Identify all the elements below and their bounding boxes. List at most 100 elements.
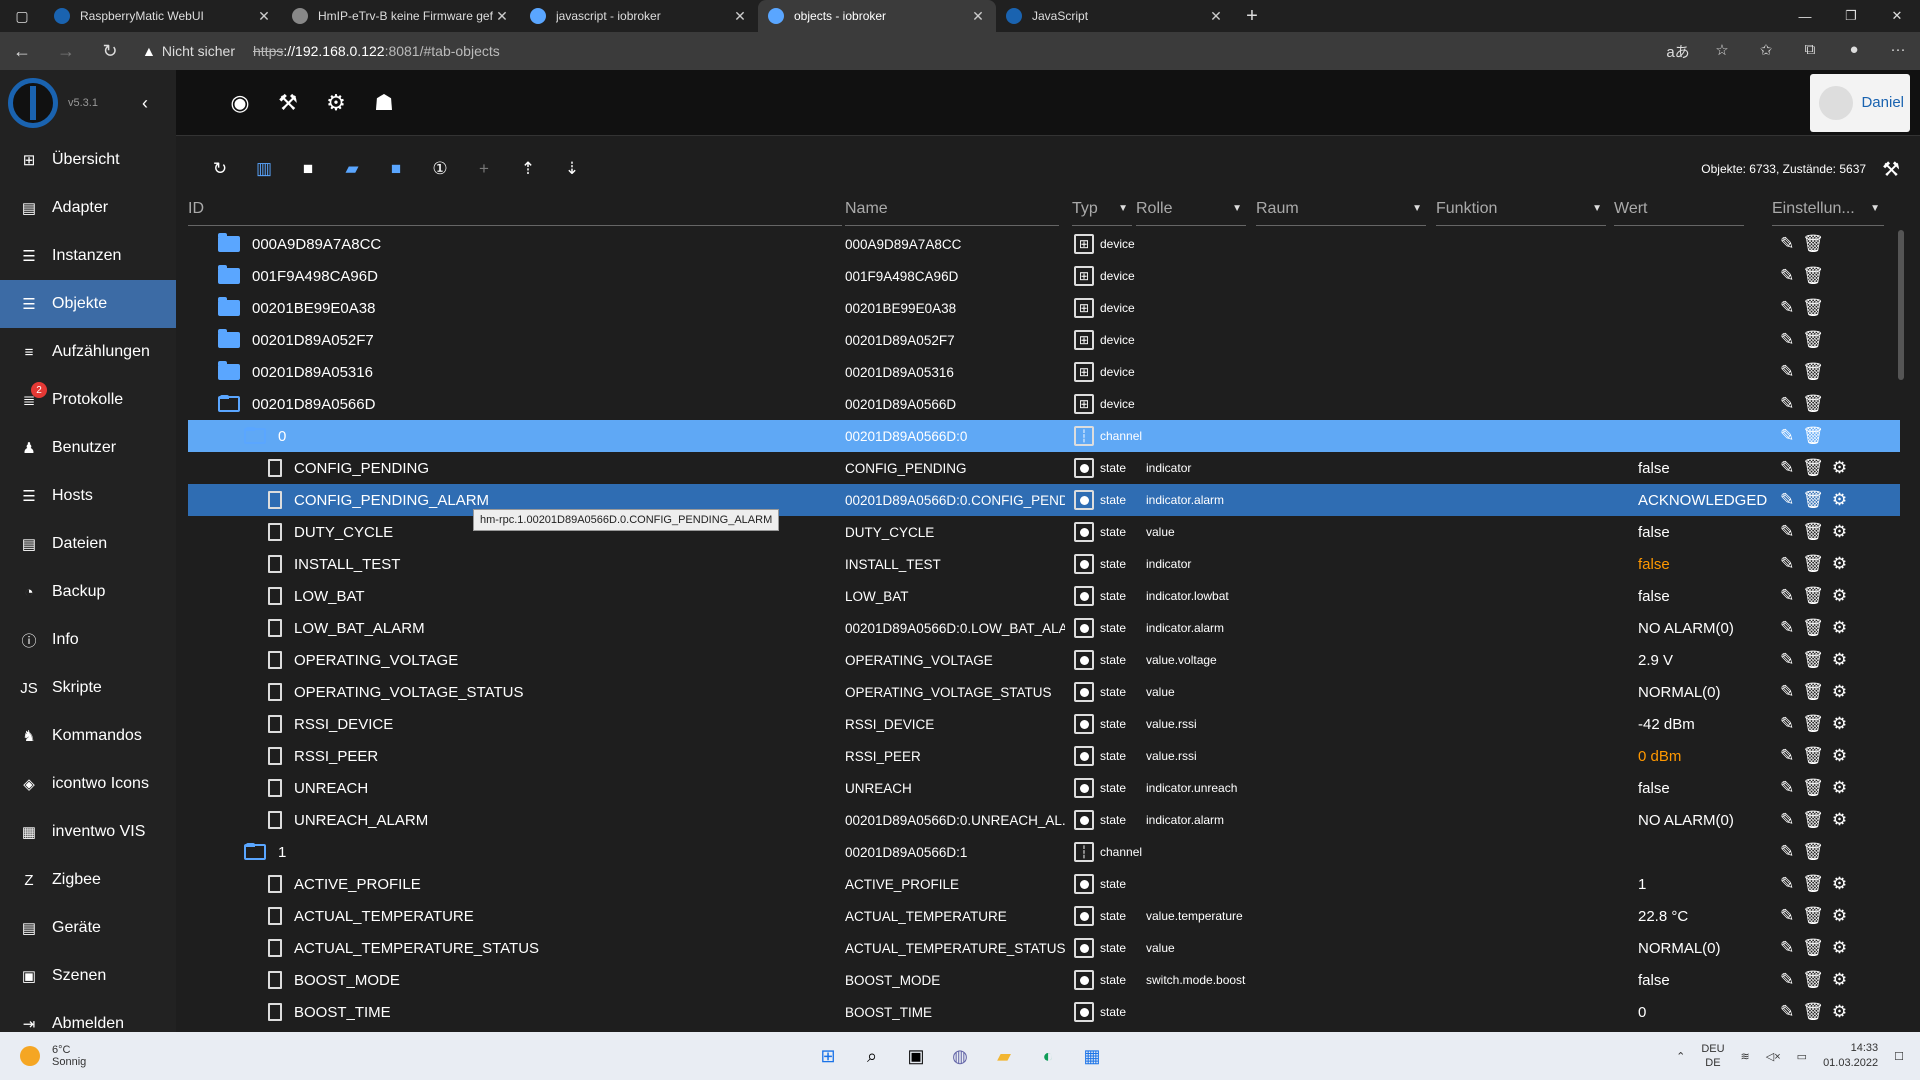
url-field[interactable]: ▲ Nicht sicher https://192.168.0.122:808…: [132, 36, 1656, 66]
edit-icon[interactable]: ✎: [1780, 810, 1794, 830]
edit-icon[interactable]: ✎: [1780, 970, 1794, 990]
table-row[interactable]: 1 00201D89A0566D:1 ┆ channel ✎ 🗑: [188, 836, 1900, 868]
delete-icon[interactable]: 🗑: [1802, 810, 1824, 830]
tab-close-icon[interactable]: ✕: [494, 8, 510, 25]
gear-icon[interactable]: ⚙: [1832, 778, 1847, 798]
edit-icon[interactable]: ✎: [1780, 426, 1794, 446]
col-function[interactable]: Funktion ▼: [1436, 192, 1606, 226]
table-row[interactable]: INSTALL_TEST INSTALL_TEST state indicato…: [188, 548, 1900, 580]
delete-icon[interactable]: 🗑: [1802, 682, 1824, 702]
row-value[interactable]: NO ALARM(0): [1638, 804, 1768, 836]
gear-icon[interactable]: ⚙: [1832, 586, 1847, 606]
favorites-icon[interactable]: ✩: [1744, 41, 1788, 62]
explorer-icon[interactable]: ▰: [988, 1040, 1020, 1072]
edit-icon[interactable]: ✎: [1780, 906, 1794, 926]
folder-icon[interactable]: ■: [286, 159, 330, 179]
table-row[interactable]: LOW_BAT LOW_BAT state indicator.lowbat f…: [188, 580, 1900, 612]
sidebar-item-info[interactable]: ⓘ Info: [0, 616, 176, 664]
row-value[interactable]: false: [1638, 548, 1768, 580]
folder-icon[interactable]: [218, 361, 240, 380]
row-value[interactable]: 1: [1638, 868, 1768, 900]
gear-icon[interactable]: ⚙: [1832, 682, 1847, 702]
table-row[interactable]: 00201BE99E0A38 00201BE99E0A38 ⊞ device ✎ 🗑: [188, 292, 1900, 324]
collapse-all-icon[interactable]: ■: [374, 159, 418, 179]
table-row[interactable]: BOOST_TIME BOOST_TIME state 0 ✎ 🗑 ⚙: [188, 996, 1900, 1028]
sidebar-item-logout[interactable]: ⇥ Abmelden: [0, 1000, 176, 1032]
gear-icon[interactable]: ⚙: [1832, 554, 1847, 574]
edit-icon[interactable]: ✎: [1780, 778, 1794, 798]
gear-icon[interactable]: ⚙: [1832, 746, 1847, 766]
edit-icon[interactable]: ✎: [1780, 234, 1794, 254]
row-value[interactable]: [1638, 836, 1768, 868]
gear-icon[interactable]: ⚙: [312, 90, 360, 116]
delete-icon[interactable]: 🗑: [1802, 298, 1824, 318]
row-value[interactable]: [1638, 260, 1768, 292]
table-row[interactable]: ACTUAL_TEMPERATURE ACTUAL_TEMPERATURE st…: [188, 900, 1900, 932]
table-row[interactable]: RSSI_DEVICE RSSI_DEVICE state value.rssi…: [188, 708, 1900, 740]
sidebar-item-icontwo[interactable]: ◈ icontwo Icons: [0, 760, 176, 808]
upload-icon[interactable]: ⇡: [506, 159, 550, 179]
user-button[interactable]: Daniel: [1810, 73, 1910, 132]
task-view-icon[interactable]: ▣: [900, 1040, 932, 1072]
sidebar-item-grid[interactable]: ⊞ Übersicht: [0, 136, 176, 184]
volume-icon[interactable]: ◁×: [1766, 1050, 1781, 1063]
tab-close-icon[interactable]: ✕: [732, 8, 748, 25]
edit-icon[interactable]: ✎: [1780, 682, 1794, 702]
row-value[interactable]: -42 dBm: [1638, 708, 1768, 740]
delete-icon[interactable]: 🗑: [1802, 362, 1824, 382]
gear-icon[interactable]: ⚙: [1832, 458, 1847, 478]
browser-tab[interactable]: RaspberryMatic WebUI ✕: [44, 0, 282, 32]
delete-icon[interactable]: 🗑: [1802, 778, 1824, 798]
gear-icon[interactable]: ⚙: [1832, 618, 1847, 638]
browser-tab[interactable]: JavaScript ✕: [996, 0, 1234, 32]
refresh-icon[interactable]: ↻: [198, 159, 242, 179]
row-value[interactable]: [1638, 420, 1768, 452]
sidebar-item-list[interactable]: ☰ Objekte: [0, 280, 176, 328]
edit-icon[interactable]: ✎: [1780, 1002, 1794, 1022]
delete-icon[interactable]: 🗑: [1802, 650, 1824, 670]
edit-icon[interactable]: ✎: [1780, 394, 1794, 414]
restore-icon[interactable]: ❐: [1828, 0, 1874, 32]
wifi-icon[interactable]: ≋: [1741, 1050, 1750, 1063]
start-icon[interactable]: ⊞: [812, 1040, 844, 1072]
collapse-sidebar-icon[interactable]: ‹: [142, 93, 148, 114]
new-tab-button[interactable]: +: [1234, 0, 1270, 32]
delete-icon[interactable]: 🗑: [1802, 234, 1824, 254]
gear-icon[interactable]: ⚙: [1832, 1002, 1847, 1022]
folder-icon[interactable]: [218, 297, 240, 316]
notifications-icon[interactable]: ☐: [1894, 1050, 1904, 1063]
delete-icon[interactable]: 🗑: [1802, 490, 1824, 510]
edit-icon[interactable]: ✎: [1780, 522, 1794, 542]
sidebar-item-zigbee[interactable]: Z Zigbee: [0, 856, 176, 904]
row-value[interactable]: ACKNOWLEDGED...: [1638, 484, 1768, 516]
browser-tab[interactable]: objects - iobroker ✕: [758, 0, 996, 32]
table-row[interactable]: ACTUAL_TEMPERATURE_STATUS ACTUAL_TEMPERA…: [188, 932, 1900, 964]
edit-icon[interactable]: ✎: [1780, 458, 1794, 478]
columns-icon[interactable]: ▥: [242, 159, 286, 179]
back-icon[interactable]: ←: [0, 41, 44, 62]
sidebar-item-store[interactable]: ▤ Adapter: [0, 184, 176, 232]
edit-icon[interactable]: ✎: [1780, 490, 1794, 510]
edit-icon[interactable]: ✎: [1780, 586, 1794, 606]
row-value[interactable]: [1638, 324, 1768, 356]
edit-icon[interactable]: ✎: [1780, 650, 1794, 670]
table-row[interactable]: DUTY_CYCLE DUTY_CYCLE state value false …: [188, 516, 1900, 548]
table-row[interactable]: OPERATING_VOLTAGE OPERATING_VOLTAGE stat…: [188, 644, 1900, 676]
delete-icon[interactable]: 🗑: [1802, 970, 1824, 990]
table-row[interactable]: LOW_BAT_ALARM 00201D89A0566D:0.LOW_BAT_A…: [188, 612, 1900, 644]
delete-icon[interactable]: 🗑: [1802, 906, 1824, 926]
row-value[interactable]: 0: [1638, 996, 1768, 1028]
edit-icon[interactable]: ✎: [1780, 298, 1794, 318]
delete-icon[interactable]: 🗑: [1802, 938, 1824, 958]
table-row[interactable]: UNREACH UNREACH state indicator.unreach …: [188, 772, 1900, 804]
gear-icon[interactable]: ⚙: [1832, 490, 1847, 510]
eye-icon[interactable]: ◉: [216, 90, 264, 116]
delete-icon[interactable]: 🗑: [1802, 874, 1824, 894]
col-settings[interactable]: Einstellun... ▼: [1772, 192, 1884, 226]
row-value[interactable]: NO ALARM(0): [1638, 612, 1768, 644]
clock[interactable]: 14:33 01.03.2022: [1823, 1041, 1878, 1071]
edit-icon[interactable]: ✎: [1780, 746, 1794, 766]
col-room[interactable]: Raum ▼: [1256, 192, 1426, 226]
col-role[interactable]: Rolle ▼: [1136, 192, 1246, 226]
row-value[interactable]: 0 dBm: [1638, 740, 1768, 772]
